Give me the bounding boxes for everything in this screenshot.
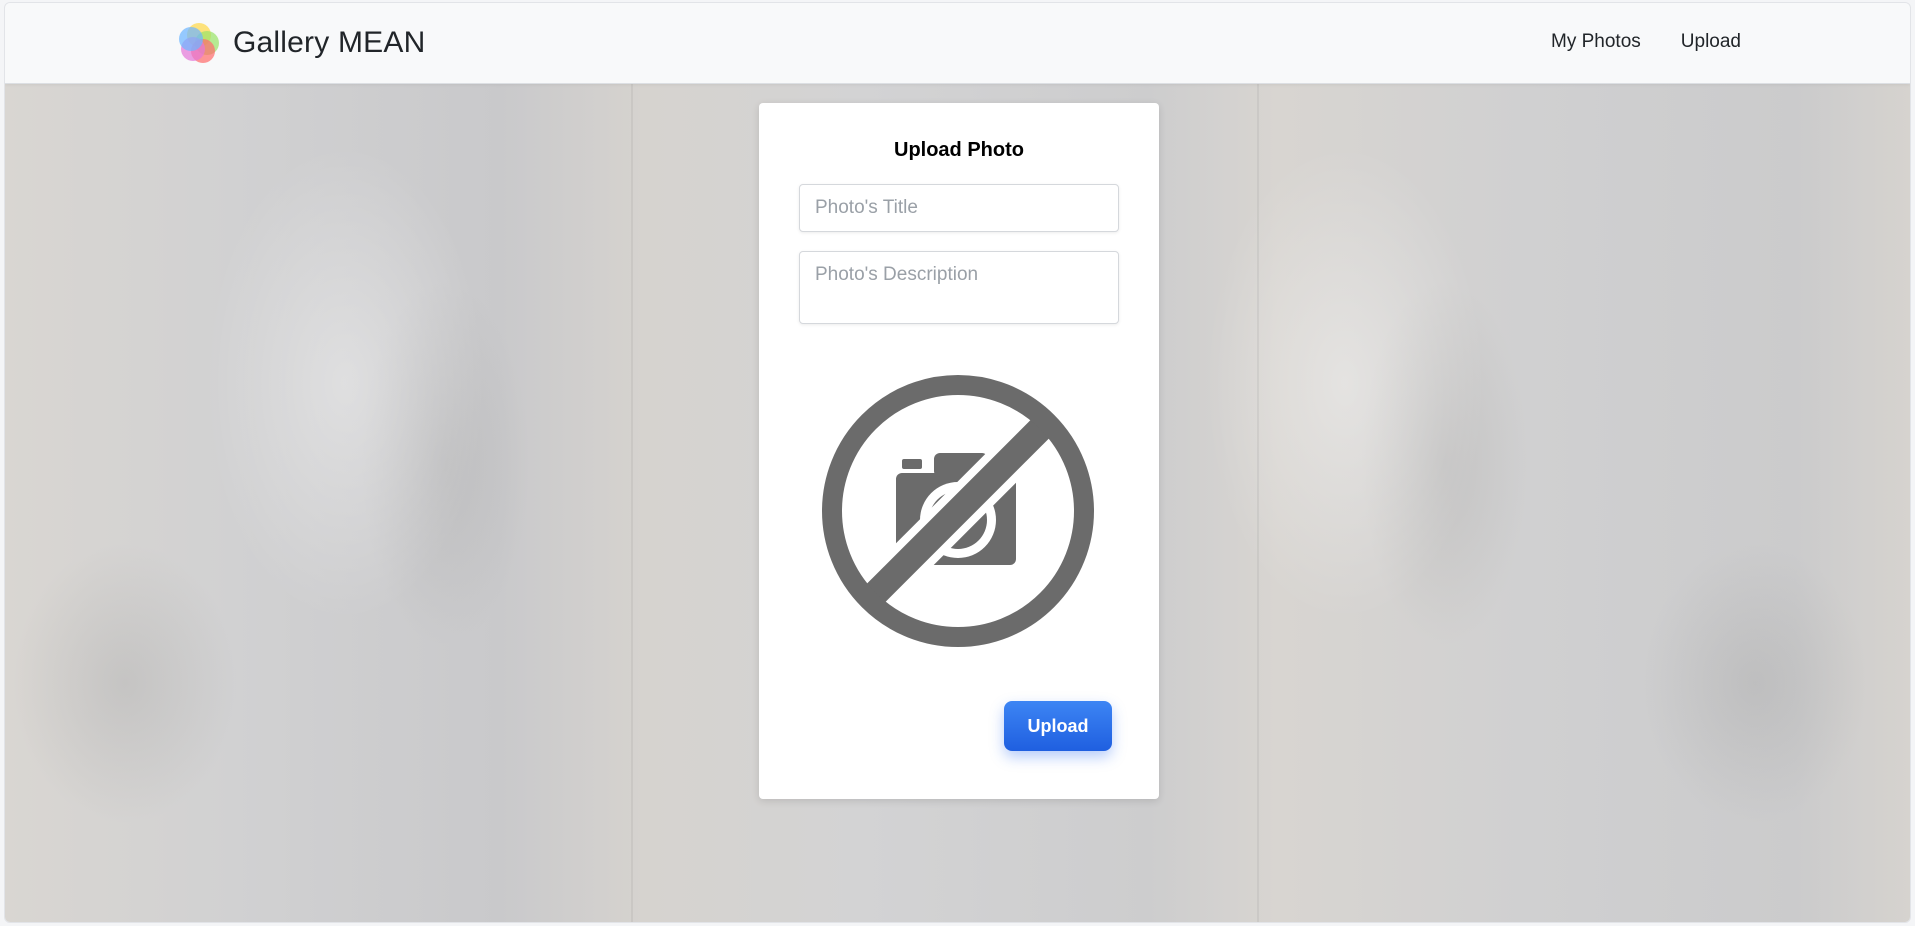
nav-links: My Photos Upload — [1551, 31, 1741, 53]
photo-title-input[interactable] — [799, 184, 1119, 232]
navbar: Gallery MEAN My Photos Upload — [5, 3, 1910, 84]
logo-icon — [179, 23, 219, 63]
upload-button[interactable]: Upload — [1004, 701, 1112, 751]
no-camera-icon[interactable] — [822, 375, 1094, 647]
upload-title: Upload Photo — [894, 139, 1024, 161]
photo-description-input[interactable] — [799, 251, 1119, 324]
upload-card: Upload Photo Photo's Title Photo's Descr… — [759, 103, 1159, 799]
nav-link-upload[interactable]: Upload — [1681, 31, 1741, 53]
brand-name: Gallery MEAN — [233, 26, 426, 59]
brand-link[interactable]: Gallery MEAN — [179, 23, 425, 63]
nav-link-my-photos[interactable]: My Photos — [1551, 31, 1641, 53]
browser-viewport: Gallery MEAN My Photos Upload Upload Pho… — [4, 2, 1911, 923]
